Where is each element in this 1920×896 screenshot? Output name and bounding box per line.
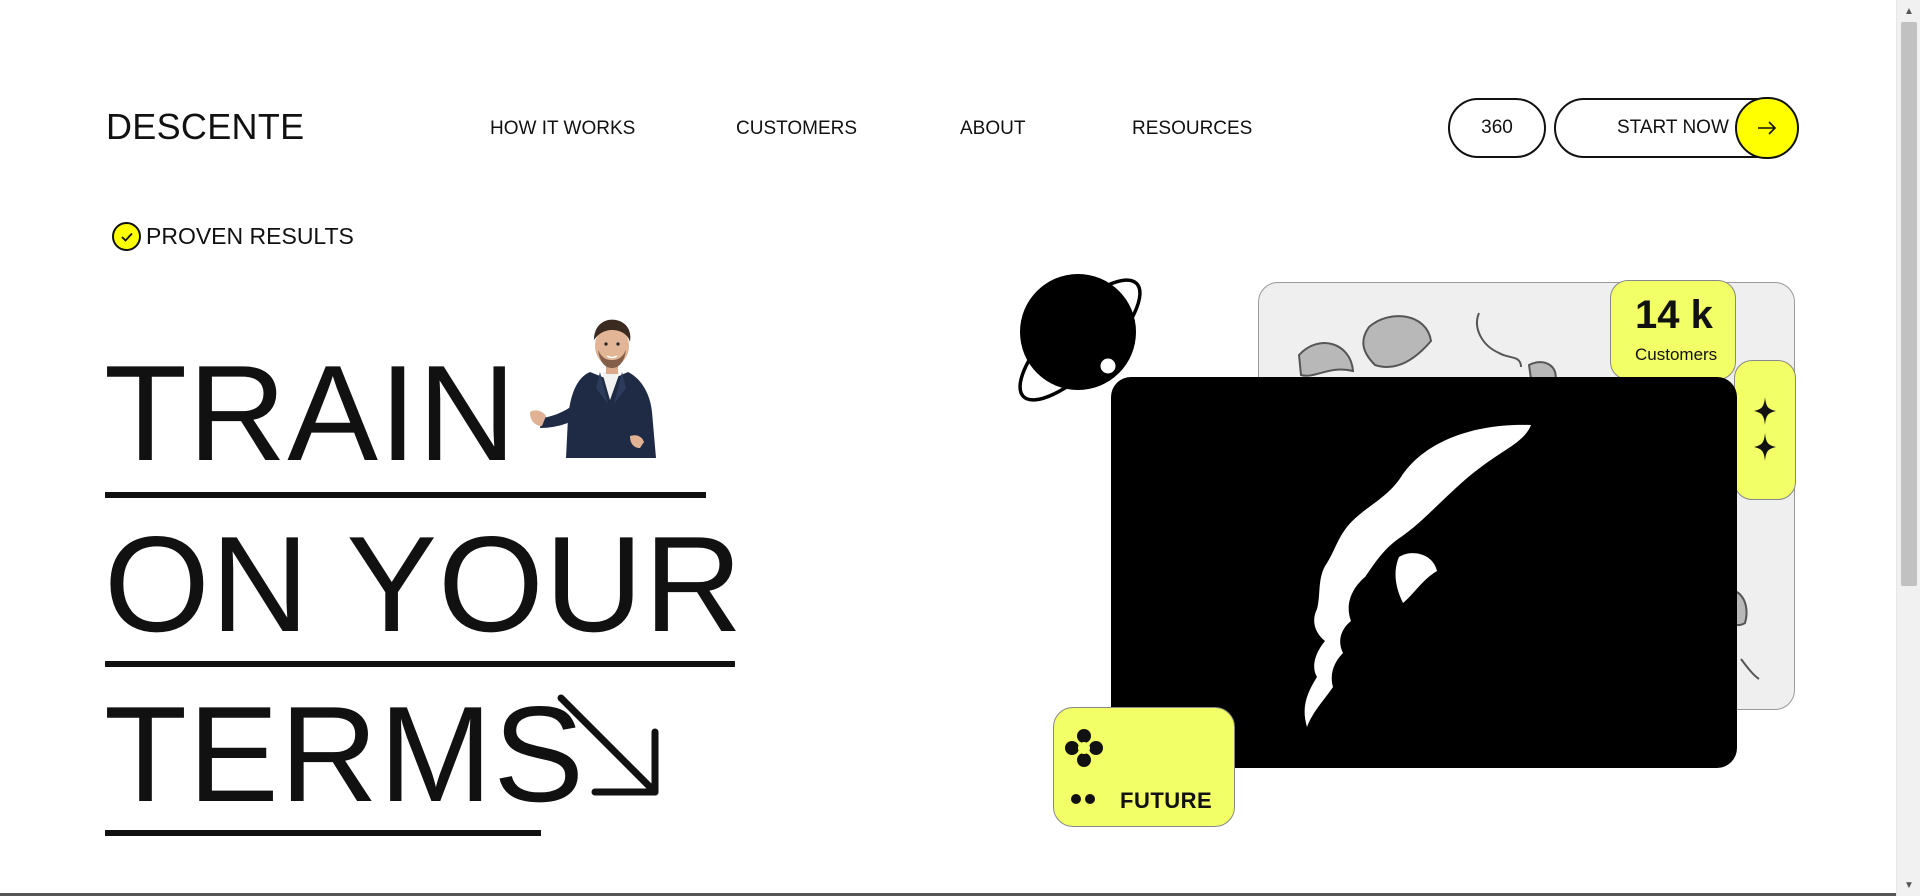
scroll-up-icon[interactable]: ▲ (1897, 0, 1920, 22)
headline-rule-3 (105, 830, 541, 836)
nav-how-it-works[interactable]: HOW IT WORKS (490, 118, 635, 140)
start-now-button[interactable]: START NOW (1554, 97, 1799, 159)
nav-customers[interactable]: CUSTOMERS (736, 118, 857, 140)
hero-graphic: 14 k Customers FUTURE (1000, 260, 1820, 840)
start-now-label: START NOW (1617, 117, 1729, 138)
arrow-down-right-icon (557, 694, 659, 796)
brand-logo[interactable]: DESCENTE (106, 106, 304, 148)
scrollbar-thumb[interactable] (1901, 22, 1917, 586)
headline-rule-2 (105, 661, 735, 667)
nav-about[interactable]: ABOUT (960, 118, 1025, 140)
headline-rule-1 (105, 492, 706, 498)
businessman-image (530, 319, 656, 458)
nav-resources[interactable]: RESOURCES (1132, 118, 1252, 140)
dots-icon (1071, 794, 1095, 804)
proven-results-badge: PROVEN RESULTS (112, 222, 354, 251)
sparkles-icon (1754, 397, 1776, 461)
future-label: FUTURE (1120, 788, 1213, 813)
headline-line-3: TERMS (104, 678, 585, 830)
future-tab: FUTURE (1053, 707, 1235, 827)
sparkles-tab (1734, 360, 1796, 500)
headline-line-2: ON YOUR (104, 508, 744, 660)
customers-stat-tab: 14 k Customers (1610, 280, 1736, 380)
vertical-scrollbar[interactable]: ▲ ▼ (1896, 0, 1920, 896)
stat-label: Customers (1635, 345, 1718, 364)
360-button[interactable]: 360 (1448, 98, 1546, 158)
check-circle-icon (112, 222, 141, 251)
page: DESCENTE HOW IT WORKS CUSTOMERS ABOUT RE… (0, 0, 1896, 896)
flower-icon (1065, 729, 1103, 767)
arrow-right-icon[interactable] (1735, 97, 1799, 159)
badge-label: PROVEN RESULTS (146, 223, 354, 249)
headline-line-1: TRAIN (104, 337, 517, 489)
360-label: 360 (1481, 117, 1513, 138)
scroll-down-icon[interactable]: ▼ (1897, 874, 1920, 896)
stat-value: 14 k (1635, 293, 1713, 337)
